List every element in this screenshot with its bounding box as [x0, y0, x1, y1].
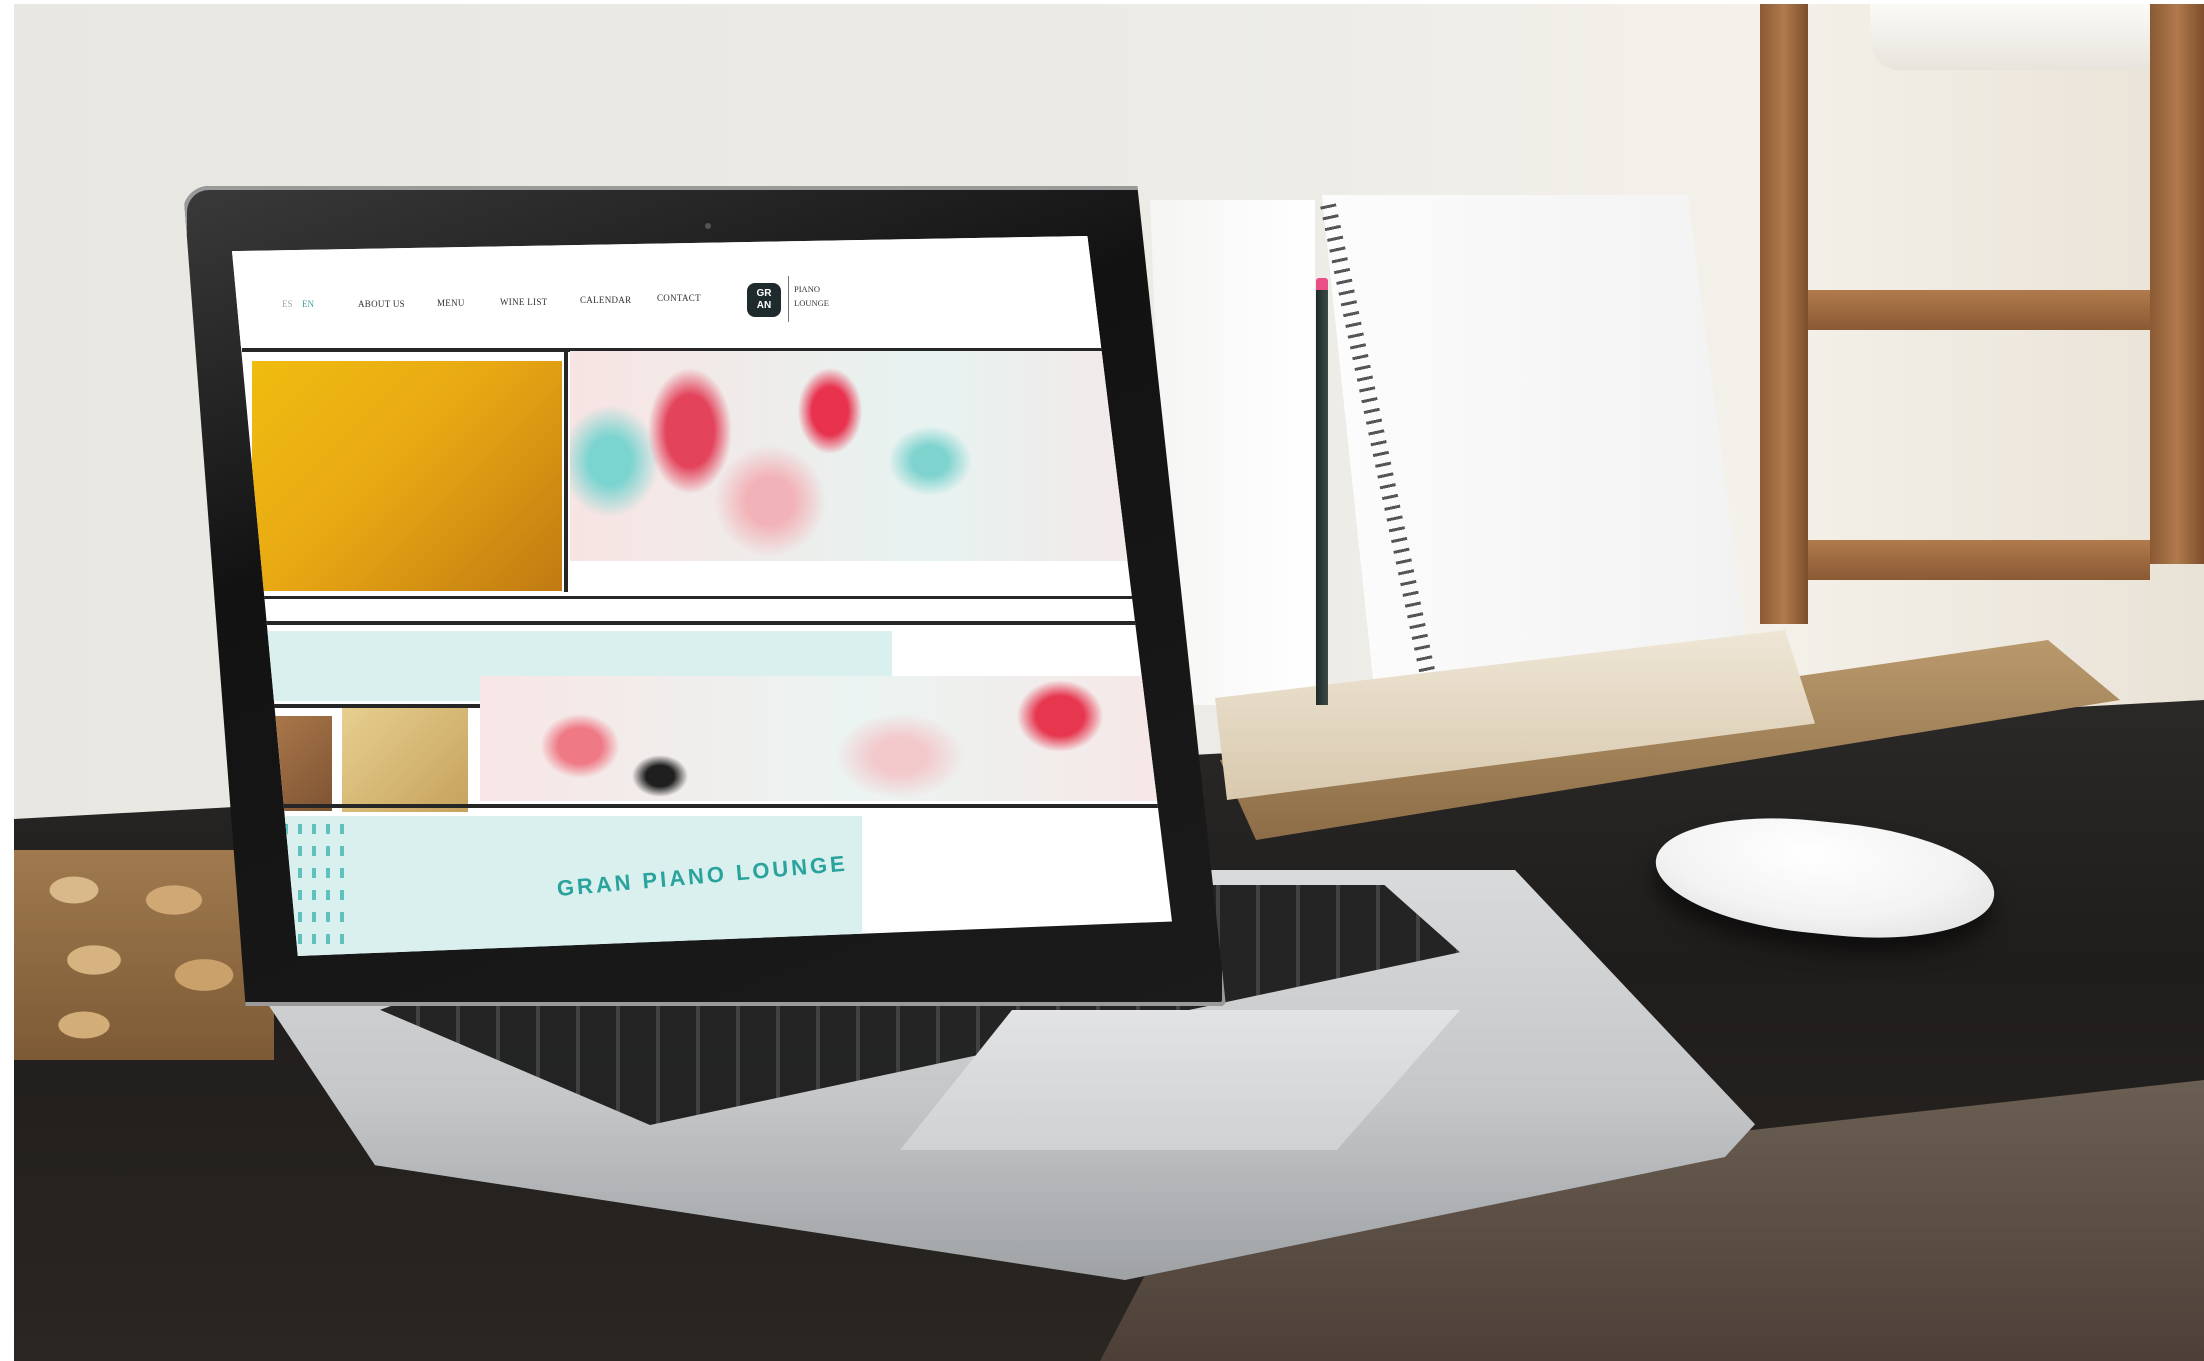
- brand-name-line1: PIANO: [794, 284, 820, 294]
- pencil-eraser: [1316, 278, 1328, 290]
- lang-en-link[interactable]: EN: [302, 299, 314, 309]
- yellow-art-tile: [252, 361, 562, 591]
- frame-line: [564, 352, 568, 592]
- notebook-right-page: [1322, 195, 1752, 685]
- nav-about-us[interactable]: ABOUT US: [358, 299, 405, 309]
- brand-badge-line2: AN: [756, 300, 772, 311]
- brand-logo[interactable]: GR AN: [747, 283, 781, 317]
- nav-calendar[interactable]: CALENDAR: [580, 295, 631, 305]
- wood-mat-left: [14, 850, 274, 1060]
- ladder-rung: [1808, 540, 2150, 580]
- frame-line: [242, 621, 1172, 625]
- brand-name-line2: LOUNGE: [794, 298, 829, 308]
- watercolor-banner-middle: [480, 676, 1170, 801]
- ladder-rail-right: [2150, 4, 2204, 564]
- brand-badge-line1: GR: [756, 288, 772, 299]
- brand-divider: [788, 276, 789, 322]
- gold-art-tile: [342, 708, 468, 812]
- brand-name: PIANO LOUNGE: [794, 282, 854, 310]
- frame-line: [242, 804, 1172, 808]
- watercolor-banner-top: [570, 351, 1170, 561]
- ladder-rail-left: [1760, 4, 1808, 624]
- nav-contact[interactable]: CONTACT: [657, 293, 701, 303]
- lamp: [1870, 4, 2170, 70]
- site-navbar: ES EN ABOUT US MENU WINE LIST CALENDAR C…: [232, 236, 1172, 346]
- ladder-rung: [1808, 290, 2150, 330]
- nav-wine-list[interactable]: WINE LIST: [500, 297, 547, 307]
- frame-line: [242, 596, 1172, 599]
- lang-es-link[interactable]: ES: [282, 299, 293, 309]
- nav-menu[interactable]: MENU: [437, 298, 465, 308]
- laptop-screen: ES EN ABOUT US MENU WINE LIST CALENDAR C…: [232, 236, 1172, 956]
- camera-icon: [705, 223, 711, 229]
- pencil: [1316, 285, 1328, 705]
